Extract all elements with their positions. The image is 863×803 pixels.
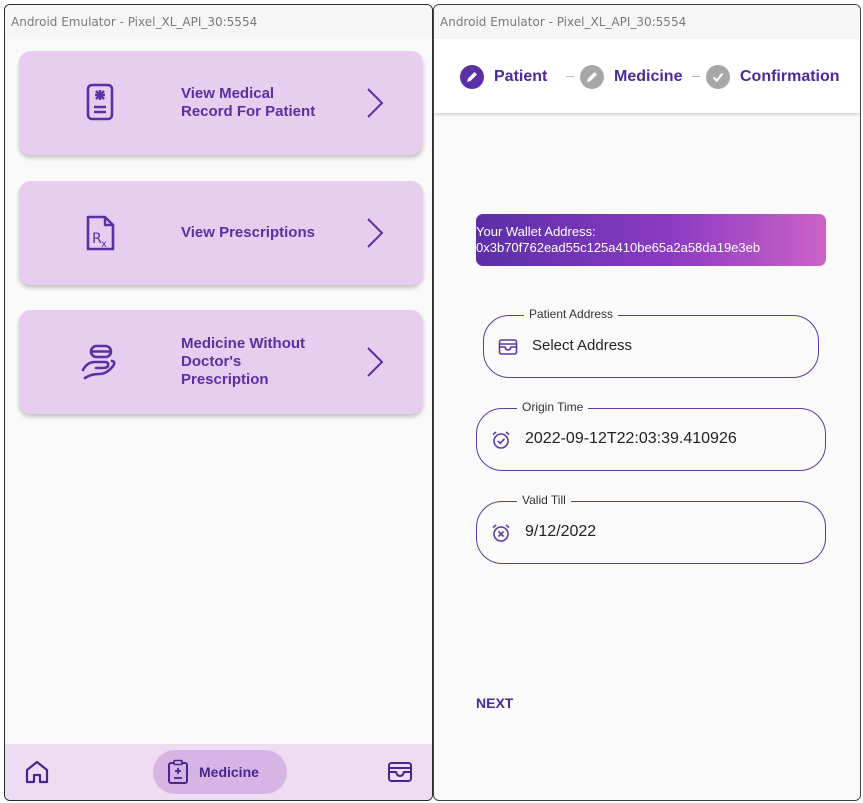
step-label: Confirmation <box>740 68 840 85</box>
step-medicine[interactable]: Medicine <box>580 65 682 89</box>
step-divider <box>566 76 574 77</box>
step-patient[interactable]: Patient <box>460 65 547 89</box>
nav-medicine-label: Medicine <box>199 764 259 780</box>
alarm-check-icon <box>492 431 510 449</box>
home-icon[interactable] <box>23 758 51 786</box>
field-legend: Valid Till <box>517 493 571 507</box>
medicine-without-prescription-card[interactable]: Medicine Without Doctor's Prescription <box>19 310 423 414</box>
wallet-icon[interactable] <box>386 758 414 786</box>
svg-text:x: x <box>101 239 107 250</box>
wallet-icon <box>498 339 518 355</box>
field-value: 2022-09-12T22:03:39.410926 <box>525 430 737 447</box>
step-label: Patient <box>494 68 548 85</box>
prescriptions-label: View Prescriptions <box>181 224 315 241</box>
field-legend: Origin Time <box>517 400 589 414</box>
pencil-icon <box>460 65 484 89</box>
check-icon <box>706 65 730 89</box>
medical-record-icon <box>86 83 114 121</box>
view-prescriptions-card[interactable]: R x View Prescriptions <box>19 181 423 285</box>
step-label: Medicine <box>614 68 683 85</box>
card-label: View Medical Record For Patient <box>181 51 361 155</box>
alarm-cancel-icon <box>492 524 510 542</box>
left-emulator-window: Android Emulator - Pixel_XL_API_30:5554 … <box>4 4 433 801</box>
stepper: Patient Medicine Confirmation <box>434 39 860 113</box>
hand-pill-icon <box>81 344 116 380</box>
nav-medicine-tab[interactable]: Medicine <box>153 750 287 794</box>
medicine-without-prescription-label: Medicine Without Doctor's Prescription <box>181 335 306 388</box>
wallet-address-text: Your Wallet Address: 0x3b70f762ead55c125… <box>476 224 826 256</box>
step-divider <box>692 76 700 77</box>
wallet-address-label: Your Wallet Address: <box>476 224 596 239</box>
step-confirmation[interactable]: Confirmation <box>706 65 840 89</box>
next-button[interactable]: NEXT <box>476 695 513 711</box>
view-medical-record-card[interactable]: View Medical Record For Patient <box>19 51 423 155</box>
card-label: View Prescriptions <box>181 181 361 285</box>
bottom-navigation: Medicine <box>5 744 432 800</box>
chevron-right-icon <box>367 347 384 377</box>
origin-time-field[interactable]: Origin Time 2022-09-12T22:03:39.410926 <box>476 400 826 471</box>
card-label: Medicine Without Doctor's Prescription <box>181 310 361 414</box>
window-title: Android Emulator - Pixel_XL_API_30:5554 <box>5 5 432 39</box>
chevron-right-icon <box>367 88 384 118</box>
pencil-icon <box>580 65 604 89</box>
wallet-address-value: 0x3b70f762ead55c125a410be65a2a58da19e3eb <box>476 240 761 255</box>
field-legend: Patient Address <box>524 307 619 321</box>
field-value: Select Address <box>532 337 633 354</box>
patient-address-field[interactable]: Patient Address Select Address <box>483 307 819 378</box>
window-title: Android Emulator - Pixel_XL_API_30:5554 <box>434 5 860 39</box>
right-emulator-window: Android Emulator - Pixel_XL_API_30:5554 … <box>433 4 861 801</box>
prescription-icon: R x <box>86 215 115 251</box>
medical-record-label: View Medical Record For Patient <box>181 85 316 120</box>
valid-till-field[interactable]: Valid Till 9/12/2022 <box>476 493 826 564</box>
clipboard-icon <box>168 759 188 784</box>
field-value: 9/12/2022 <box>525 523 597 540</box>
chevron-right-icon <box>367 218 384 248</box>
